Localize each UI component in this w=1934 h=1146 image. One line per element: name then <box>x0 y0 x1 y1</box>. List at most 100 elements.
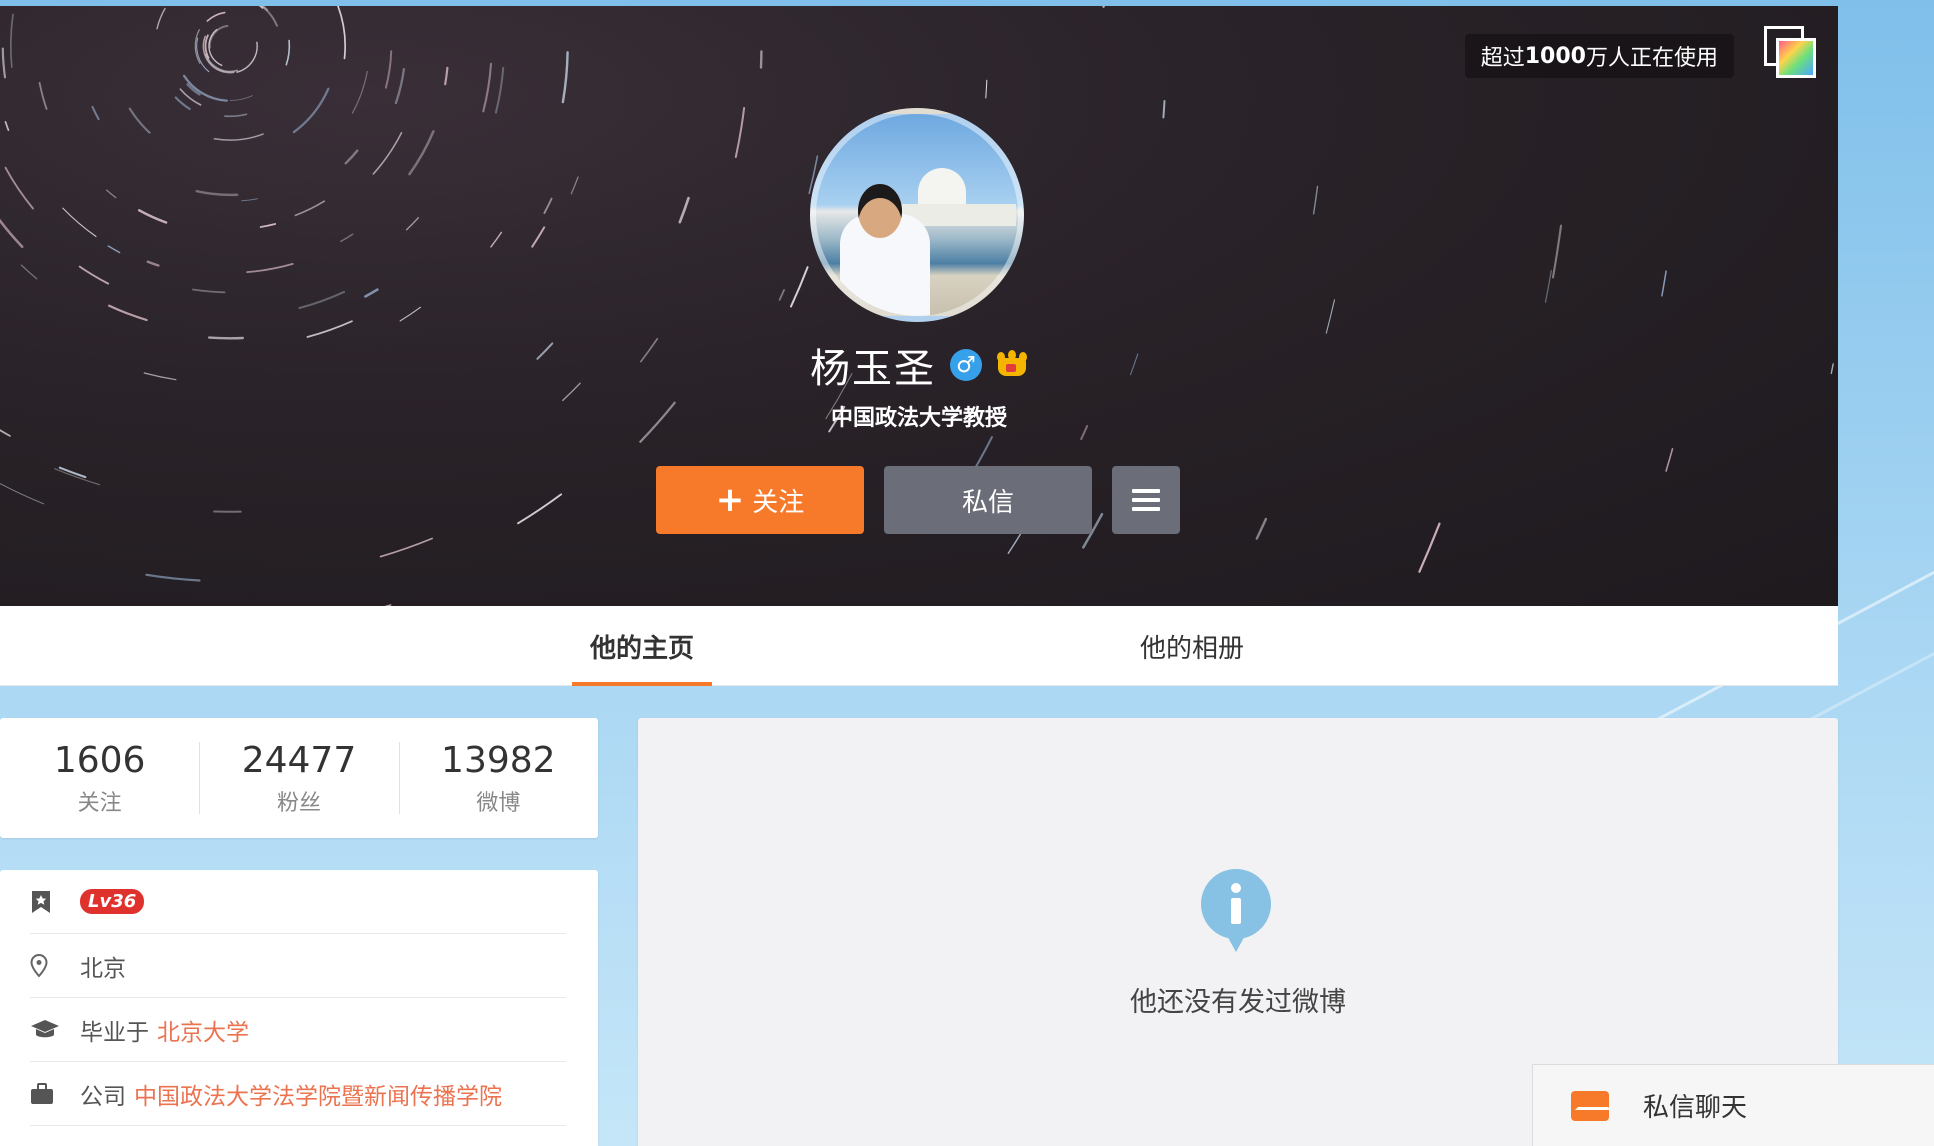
star-trail <box>292 87 330 134</box>
company-prefix: 公司 <box>80 1083 126 1110</box>
star-trail <box>241 198 258 202</box>
star-trail <box>306 320 353 338</box>
profile-name: 杨玉圣 <box>810 346 936 392</box>
star-trail <box>1661 270 1667 297</box>
profile-actions: + 关注 私信 <box>656 466 1180 534</box>
crown-icon[interactable] <box>996 350 1028 380</box>
star-trail <box>561 51 569 104</box>
star-trail <box>224 113 248 118</box>
info-row-location: 北京 <box>30 934 566 998</box>
star-trail <box>778 289 785 301</box>
follow-button[interactable]: + 关注 <box>656 466 864 534</box>
avatar[interactable] <box>810 108 1024 322</box>
menu-line <box>1132 507 1160 511</box>
crown-jewel <box>1006 364 1016 372</box>
star-trail <box>379 537 433 558</box>
name-row: 杨玉圣 ♂ <box>0 336 1838 394</box>
message-label: 私信 <box>961 487 1014 518</box>
star-trail <box>482 62 493 113</box>
star-trail <box>9 13 14 68</box>
star-trail <box>298 290 346 310</box>
info-row-education: 毕业于 北京大学 <box>30 998 566 1062</box>
star-trail <box>285 39 291 66</box>
star-trail <box>137 209 168 224</box>
star-trail <box>570 176 579 195</box>
chat-label: 私信聊天 <box>1643 1093 1748 1123</box>
star-trail <box>1325 299 1336 334</box>
star-trail <box>444 66 449 86</box>
star-trail <box>336 6 346 60</box>
star-trail <box>213 133 264 141</box>
tab-home[interactable]: 他的主页 <box>572 606 712 686</box>
star-trail <box>344 149 359 165</box>
stat-label: 微博 <box>476 790 521 816</box>
message-button[interactable]: 私信 <box>884 466 1092 534</box>
star-trail <box>208 28 223 66</box>
graduation-cap-icon <box>30 1019 80 1041</box>
star-trail <box>351 70 368 114</box>
company-link[interactable]: 中国政法大学法学院暨新闻传播学院 <box>134 1077 502 1111</box>
stat-label: 粉丝 <box>276 790 321 816</box>
stat-posts[interactable]: 13982 微博 <box>398 718 598 838</box>
star-trail <box>399 306 421 322</box>
star-trail <box>236 41 258 73</box>
badge-suffix: 万人正在使用 <box>1585 46 1718 71</box>
star-trail <box>91 105 100 121</box>
male-icon: ♂ <box>950 349 982 381</box>
star-trail <box>405 217 420 231</box>
star-trail <box>260 6 278 27</box>
star-trail <box>1102 6 1105 8</box>
star-trail <box>678 196 690 224</box>
star-trail <box>20 264 38 280</box>
star-trail <box>108 304 148 322</box>
star-trail <box>384 50 393 89</box>
star-trail <box>1312 185 1319 215</box>
hamburger-icon[interactable] <box>1112 466 1180 534</box>
star-trail <box>0 482 45 505</box>
star-trail <box>1544 269 1552 303</box>
star-trail <box>985 79 988 99</box>
menu-line <box>1132 498 1160 502</box>
location-pin-icon <box>30 953 80 978</box>
star-trail <box>364 288 379 298</box>
star-trail <box>107 245 121 254</box>
stat-following[interactable]: 1606 关注 <box>0 718 199 838</box>
tab-album[interactable]: 他的相册 <box>1122 606 1262 686</box>
star-trail <box>145 573 201 582</box>
avatar-head <box>858 184 902 238</box>
chat-button[interactable]: 私信聊天 <box>1532 1064 1934 1146</box>
star-trail <box>206 11 226 22</box>
star-trail <box>208 24 229 49</box>
star-trail <box>259 223 277 228</box>
envelope-icon <box>1571 1090 1611 1121</box>
badge-count: 1000 <box>1524 43 1586 69</box>
stat-value: 24477 <box>241 739 357 781</box>
star-trail <box>340 233 354 243</box>
briefcase-icon <box>30 1082 80 1105</box>
education-school-link[interactable]: 北京大学 <box>157 1013 249 1047</box>
star-trail <box>62 207 97 238</box>
star-trail <box>1162 100 1166 119</box>
location-text: 北京 <box>80 955 126 982</box>
star-trail <box>38 82 48 110</box>
star-trail <box>734 107 746 158</box>
star-trail <box>146 260 160 267</box>
user-count-badge: 超过 1000 万人正在使用 <box>1464 34 1734 78</box>
star-trail <box>258 6 264 9</box>
star-trail <box>192 288 226 294</box>
info-row-level: Lv36 <box>30 870 566 934</box>
stat-followers[interactable]: 24477 粉丝 <box>199 718 398 838</box>
star-trail <box>174 96 191 111</box>
level-badge[interactable]: Lv36 <box>80 889 145 914</box>
star-trail <box>1418 522 1441 573</box>
star-trail <box>54 468 101 486</box>
profile-cover: 超过 1000 万人正在使用 杨玉圣 ♂ 中国政法大学教授 + 关注 私信 <box>0 6 1838 606</box>
menu-line <box>1132 489 1160 493</box>
star-trail <box>128 107 151 134</box>
profile-bio: 中国政法大学教授 <box>830 406 1007 431</box>
icon-front-frame <box>1776 38 1816 78</box>
star-trail <box>408 130 435 176</box>
plus-icon: + <box>715 480 745 520</box>
stats-card: 1606 关注 24477 粉丝 13982 微博 <box>0 718 598 838</box>
gradient-square-icon[interactable] <box>1764 26 1818 80</box>
